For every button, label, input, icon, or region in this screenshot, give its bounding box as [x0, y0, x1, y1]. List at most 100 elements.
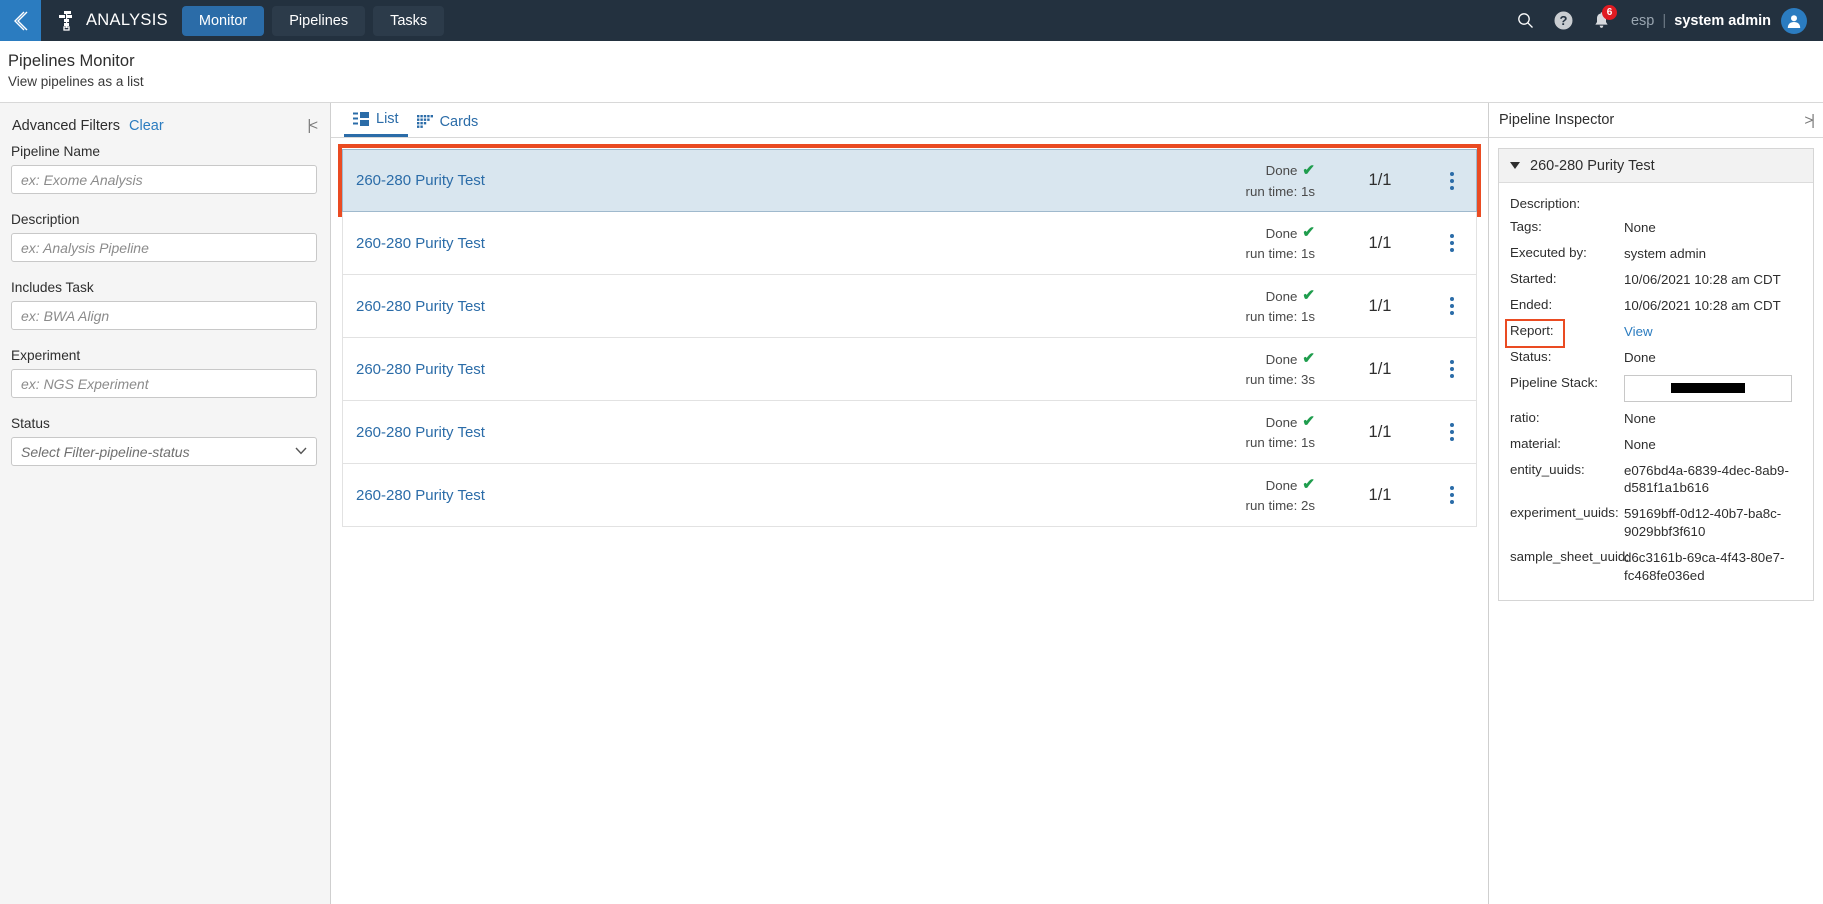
description-input[interactable] — [11, 233, 317, 262]
inspector-title: Pipeline Inspector — [1499, 112, 1615, 128]
status-select-wrapper — [11, 437, 317, 466]
notifications-button[interactable]: 6 — [1583, 0, 1621, 41]
search-icon — [1518, 13, 1534, 28]
help-circle-icon: ? — [1554, 11, 1573, 30]
detail-value: None — [1624, 410, 1656, 426]
notification-badge: 6 — [1601, 5, 1617, 20]
status-select[interactable] — [11, 437, 317, 466]
kebab-menu-icon[interactable] — [1428, 486, 1476, 504]
task-count: 1/1 — [1368, 171, 1392, 189]
kebab-menu-icon[interactable] — [1428, 234, 1476, 252]
detail-row-pipeline-stack: Pipeline Stack: — [1499, 371, 1813, 406]
pipeline-name-link[interactable]: 260-280 Purity Test — [343, 487, 1246, 504]
nav-tab-monitor[interactable]: Monitor — [181, 5, 265, 36]
detail-key: Pipeline Stack: — [1510, 374, 1598, 390]
status-text: Done — [1265, 477, 1298, 493]
status-text: Done — [1265, 225, 1298, 241]
status-badge: Done ✔ run time: 1s — [1246, 222, 1332, 263]
back-button[interactable] — [0, 0, 41, 41]
check-icon: ✔ — [1302, 413, 1315, 431]
detail-row-description: Description: — [1499, 192, 1813, 215]
pipeline-name-link[interactable]: 260-280 Purity Test — [343, 424, 1246, 441]
run-time-text: run time: 2s — [1245, 498, 1315, 514]
table-row[interactable]: 260-280 Purity Test Done ✔ run time: 3s … — [342, 338, 1477, 401]
user-avatar-icon — [1787, 14, 1801, 28]
detail-key: entity_uuids: — [1510, 461, 1585, 477]
task-count: 1/1 — [1368, 485, 1392, 504]
detail-row-material: material: None — [1499, 432, 1813, 458]
nav-tab-pipelines[interactable]: Pipelines — [272, 5, 366, 36]
detail-value: 10/06/2021 10:28 am CDT — [1624, 271, 1781, 287]
detail-row-ended: Ended: 10/06/2021 10:28 am CDT — [1499, 293, 1813, 319]
locale-label[interactable]: esp — [1621, 13, 1660, 29]
task-count: 1/1 — [1368, 422, 1392, 441]
page-header: Pipelines Monitor View pipelines as a li… — [0, 41, 1823, 103]
kebab-menu-icon[interactable] — [1428, 423, 1476, 441]
detail-row-ratio: ratio: None — [1499, 406, 1813, 432]
table-row[interactable]: 260-280 Purity Test Done ✔ run time: 1s … — [342, 401, 1477, 464]
status-badge: Done ✔ run time: 1s — [1246, 285, 1332, 326]
table-row[interactable]: 260-280 Purity Test Done ✔ run time: 2s … — [342, 464, 1477, 527]
status-label: Status — [11, 416, 50, 431]
pipeline-logo-icon — [59, 10, 72, 31]
brand-label: ANALYSIS — [86, 11, 168, 29]
includes-task-input[interactable] — [11, 301, 317, 330]
task-count: 1/1 — [1368, 296, 1392, 315]
check-icon: ✔ — [1302, 476, 1315, 494]
user-name-label[interactable]: system admin — [1674, 13, 1781, 29]
collapse-right-icon[interactable]: >| — [1804, 112, 1815, 129]
pipeline-stack-box — [1624, 374, 1792, 402]
tab-list-view[interactable]: List — [344, 111, 408, 137]
view-mode-tabs: List Cards — [331, 103, 1488, 138]
table-row[interactable]: 260-280 Purity Test Done ✔ run time: 1s … — [342, 149, 1477, 212]
help-button[interactable]: ? — [1545, 0, 1583, 41]
clear-filters-link[interactable]: Clear — [129, 118, 164, 134]
description-label: Description — [11, 212, 80, 227]
redaction-bar — [1671, 383, 1745, 394]
brand: ANALYSIS — [41, 0, 182, 41]
run-time-text: run time: 1s — [1245, 246, 1315, 262]
tab-list-label: List — [376, 111, 399, 127]
search-button[interactable] — [1507, 0, 1545, 41]
detail-value: d6c3161b-69ca-4f43-80e7-fc468fe036ed — [1624, 550, 1785, 584]
table-row[interactable]: 260-280 Purity Test Done ✔ run time: 1s … — [342, 212, 1477, 275]
detail-row-executed-by: Executed by: system admin — [1499, 241, 1813, 267]
pipeline-name-link[interactable]: 260-280 Purity Test — [343, 361, 1246, 378]
detail-value: 59169bff-0d12-40b7-ba8c-9029bbf3f610 — [1624, 506, 1782, 540]
svg-text:?: ? — [1560, 13, 1568, 28]
table-row[interactable]: 260-280 Purity Test Done ✔ run time: 1s … — [342, 275, 1477, 338]
filter-group-status: Status — [11, 416, 319, 466]
tab-cards-view[interactable]: Cards — [408, 114, 488, 137]
inspector-header: Pipeline Inspector >| — [1489, 103, 1823, 138]
avatar[interactable] — [1781, 7, 1807, 34]
task-count: 1/1 — [1368, 233, 1392, 252]
report-view-link[interactable]: View — [1624, 323, 1803, 341]
detail-key: Started: — [1510, 270, 1557, 286]
inspector-card: 260-280 Purity Test Description: Tags: N… — [1498, 148, 1814, 602]
detail-row-entity-uuids: entity_uuids: e076bd4a-6839-4dec-8ab9-d5… — [1499, 458, 1813, 502]
pipeline-inspector-pane: Pipeline Inspector >| 260-280 Purity Tes… — [1489, 103, 1823, 904]
kebab-menu-icon[interactable] — [1428, 360, 1476, 378]
advanced-filters-sidebar: Advanced Filters Clear |< Pipeline Name … — [0, 103, 331, 904]
experiment-label: Experiment — [11, 348, 81, 363]
kebab-menu-icon[interactable] — [1428, 297, 1476, 315]
filters-title: Advanced Filters — [12, 117, 120, 134]
experiment-input[interactable] — [11, 369, 317, 398]
list-view-icon — [353, 112, 369, 126]
run-time-text: run time: 1s — [1245, 435, 1315, 451]
pipeline-rows-container: 260-280 Purity Test Done ✔ run time: 1s … — [331, 138, 1488, 904]
status-badge: Done ✔ run time: 2s — [1246, 474, 1332, 515]
pipeline-name-link[interactable]: 260-280 Purity Test — [343, 298, 1246, 315]
pipeline-name-link[interactable]: 260-280 Purity Test — [343, 235, 1246, 252]
pipeline-name-input[interactable] — [11, 165, 317, 194]
filter-group-description: Description — [11, 212, 319, 262]
nav-tab-tasks[interactable]: Tasks — [373, 5, 445, 36]
detail-row-sample-sheet-uuid: sample_sheet_uuid: d6c3161b-69ca-4f43-80… — [1499, 545, 1813, 589]
inspector-card-header[interactable]: 260-280 Purity Test — [1499, 149, 1813, 183]
status-text: Done — [1265, 351, 1298, 367]
collapse-left-icon[interactable]: |< — [307, 117, 319, 134]
status-badge: Done ✔ run time: 1s — [1246, 160, 1332, 201]
pipeline-stack-value — [1624, 374, 1803, 402]
kebab-menu-icon[interactable] — [1428, 171, 1476, 190]
pipeline-name-link[interactable]: 260-280 Purity Test — [343, 172, 1246, 189]
